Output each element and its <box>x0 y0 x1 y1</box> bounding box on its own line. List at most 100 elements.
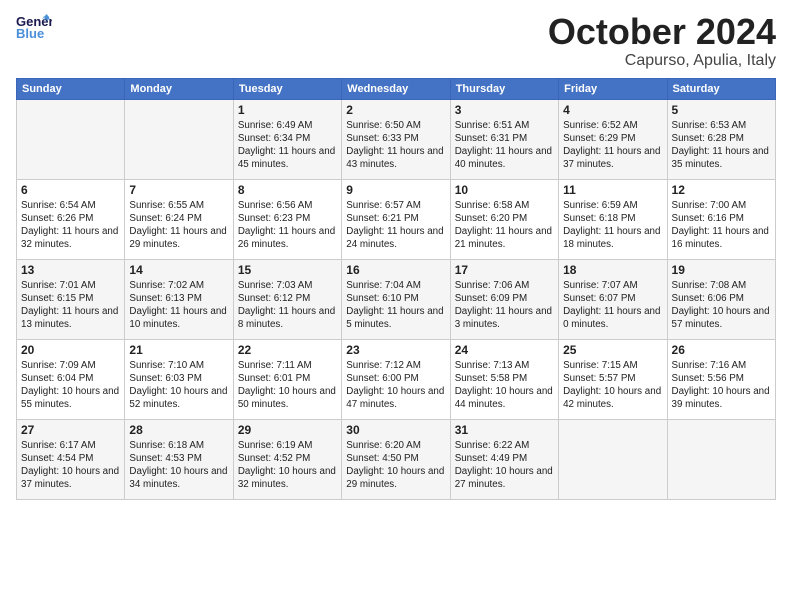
day-cell-4-4: 31Sunrise: 6:22 AM Sunset: 4:49 PM Dayli… <box>450 419 558 499</box>
header-saturday: Saturday <box>667 78 775 99</box>
day-info-31: Sunrise: 6:22 AM Sunset: 4:49 PM Dayligh… <box>455 439 554 492</box>
day-number-22: 22 <box>238 343 337 357</box>
day-number-30: 30 <box>346 423 445 437</box>
day-number-4: 4 <box>563 103 662 117</box>
day-cell-2-2: 15 Sunrise: 7:03 AM Sunset: 6:12 PM Dayli… <box>233 259 341 339</box>
day-number-23: 23 <box>346 343 445 357</box>
day-info-4: Sunrise: 6:52 AM Sunset: 6:29 PM Dayligh… <box>563 119 662 172</box>
title-block: October 2024 Capurso, Apulia, Italy <box>548 12 776 70</box>
day-number-21: 21 <box>129 343 228 357</box>
day-cell-0-2: 1 Sunrise: 6:49 AM Sunset: 6:34 PM Daylig… <box>233 99 341 179</box>
day-cell-4-5 <box>559 419 667 499</box>
day-number-9: 9 <box>346 183 445 197</box>
week-row-2: 6Sunrise: 6:54 AM Sunset: 6:26 PM Daylig… <box>17 179 776 259</box>
day-info-2: Sunrise: 6:50 AM Sunset: 6:33 PM Dayligh… <box>346 119 445 172</box>
day-info-22: Sunrise: 7:11 AM Sunset: 6:01 PM Dayligh… <box>238 359 337 412</box>
day-number-2: 2 <box>346 103 445 117</box>
day-info-9: Sunrise: 6:57 AM Sunset: 6:21 PM Dayligh… <box>346 199 445 252</box>
day-number-27: 27 <box>21 423 120 437</box>
day-info-27: Sunrise: 6:17 AM Sunset: 4:54 PM Dayligh… <box>21 439 120 492</box>
day-number-19: 19 <box>672 263 771 277</box>
day-info-1: Sunrise: 6:49 AM Sunset: 6:34 PM Dayligh… <box>238 119 337 172</box>
day-info-15: Sunrise: 7:03 AM Sunset: 6:12 PM Dayligh… <box>238 279 337 332</box>
header-thursday: Thursday <box>450 78 558 99</box>
day-info-30: Sunrise: 6:20 AM Sunset: 4:50 PM Dayligh… <box>346 439 445 492</box>
day-number-6: 6 <box>21 183 120 197</box>
day-info-14: Sunrise: 7:02 AM Sunset: 6:13 PM Dayligh… <box>129 279 228 332</box>
month-title: October 2024 <box>548 12 776 52</box>
day-cell-4-1: 28Sunrise: 6:18 AM Sunset: 4:53 PM Dayli… <box>125 419 233 499</box>
day-number-24: 24 <box>455 343 554 357</box>
day-info-12: Sunrise: 7:00 AM Sunset: 6:16 PM Dayligh… <box>672 199 771 252</box>
day-number-12: 12 <box>672 183 771 197</box>
day-number-5: 5 <box>672 103 771 117</box>
day-cell-0-6: 5 Sunrise: 6:53 AM Sunset: 6:28 PM Daylig… <box>667 99 775 179</box>
day-number-25: 25 <box>563 343 662 357</box>
day-info-17: Sunrise: 7:06 AM Sunset: 6:09 PM Dayligh… <box>455 279 554 332</box>
day-number-13: 13 <box>21 263 120 277</box>
day-number-17: 17 <box>455 263 554 277</box>
day-info-13: Sunrise: 7:01 AM Sunset: 6:15 PM Dayligh… <box>21 279 120 332</box>
day-number-10: 10 <box>455 183 554 197</box>
day-number-29: 29 <box>238 423 337 437</box>
day-cell-2-4: 17 Sunrise: 7:06 AM Sunset: 6:09 PM Dayli… <box>450 259 558 339</box>
calendar-header-row: Sunday Monday Tuesday Wednesday Thursday… <box>17 78 776 99</box>
day-info-5: Sunrise: 6:53 AM Sunset: 6:28 PM Dayligh… <box>672 119 771 172</box>
day-info-21: Sunrise: 7:10 AM Sunset: 6:03 PM Dayligh… <box>129 359 228 412</box>
week-row-4: 20 Sunrise: 7:09 AM Sunset: 6:04 PM Dayli… <box>17 339 776 419</box>
day-info-23: Sunrise: 7:12 AM Sunset: 6:00 PM Dayligh… <box>346 359 445 412</box>
day-cell-3-0: 20 Sunrise: 7:09 AM Sunset: 6:04 PM Dayli… <box>17 339 125 419</box>
subtitle: Capurso, Apulia, Italy <box>548 52 776 70</box>
day-cell-0-0 <box>17 99 125 179</box>
day-cell-1-2: 8Sunrise: 6:56 AM Sunset: 6:23 PM Daylig… <box>233 179 341 259</box>
day-number-20: 20 <box>21 343 120 357</box>
day-number-26: 26 <box>672 343 771 357</box>
day-cell-2-3: 16 Sunrise: 7:04 AM Sunset: 6:10 PM Dayli… <box>342 259 450 339</box>
day-number-1: 1 <box>238 103 337 117</box>
day-cell-4-2: 29 Sunrise: 6:19 AM Sunset: 4:52 PM Dayli… <box>233 419 341 499</box>
logo: General Blue <box>16 12 52 40</box>
day-cell-0-5: 4 Sunrise: 6:52 AM Sunset: 6:29 PM Daylig… <box>559 99 667 179</box>
day-cell-1-0: 6Sunrise: 6:54 AM Sunset: 6:26 PM Daylig… <box>17 179 125 259</box>
day-number-14: 14 <box>129 263 228 277</box>
day-info-8: Sunrise: 6:56 AM Sunset: 6:23 PM Dayligh… <box>238 199 337 252</box>
day-cell-2-6: 19 Sunrise: 7:08 AM Sunset: 6:06 PM Dayli… <box>667 259 775 339</box>
header-friday: Friday <box>559 78 667 99</box>
day-info-16: Sunrise: 7:04 AM Sunset: 6:10 PM Dayligh… <box>346 279 445 332</box>
day-cell-4-6 <box>667 419 775 499</box>
day-cell-3-6: 26 Sunrise: 7:16 AM Sunset: 5:56 PM Dayli… <box>667 339 775 419</box>
header-wednesday: Wednesday <box>342 78 450 99</box>
header: General Blue October 2024 Capurso, Apuli… <box>16 12 776 70</box>
day-info-18: Sunrise: 7:07 AM Sunset: 6:07 PM Dayligh… <box>563 279 662 332</box>
day-cell-0-1 <box>125 99 233 179</box>
calendar-table: Sunday Monday Tuesday Wednesday Thursday… <box>16 78 776 500</box>
day-info-7: Sunrise: 6:55 AM Sunset: 6:24 PM Dayligh… <box>129 199 228 252</box>
day-cell-1-3: 9 Sunrise: 6:57 AM Sunset: 6:21 PM Daylig… <box>342 179 450 259</box>
day-number-16: 16 <box>346 263 445 277</box>
day-info-24: Sunrise: 7:13 AM Sunset: 5:58 PM Dayligh… <box>455 359 554 412</box>
day-cell-4-3: 30 Sunrise: 6:20 AM Sunset: 4:50 PM Dayli… <box>342 419 450 499</box>
day-cell-3-2: 22 Sunrise: 7:11 AM Sunset: 6:01 PM Dayli… <box>233 339 341 419</box>
day-cell-4-0: 27 Sunrise: 6:17 AM Sunset: 4:54 PM Dayli… <box>17 419 125 499</box>
day-info-29: Sunrise: 6:19 AM Sunset: 4:52 PM Dayligh… <box>238 439 337 492</box>
day-number-18: 18 <box>563 263 662 277</box>
day-info-28: Sunrise: 6:18 AM Sunset: 4:53 PM Dayligh… <box>129 439 228 492</box>
day-number-7: 7 <box>129 183 228 197</box>
day-cell-1-1: 7 Sunrise: 6:55 AM Sunset: 6:24 PM Daylig… <box>125 179 233 259</box>
day-info-11: Sunrise: 6:59 AM Sunset: 6:18 PM Dayligh… <box>563 199 662 252</box>
day-cell-2-5: 18 Sunrise: 7:07 AM Sunset: 6:07 PM Dayli… <box>559 259 667 339</box>
week-row-1: 1 Sunrise: 6:49 AM Sunset: 6:34 PM Daylig… <box>17 99 776 179</box>
day-info-19: Sunrise: 7:08 AM Sunset: 6:06 PM Dayligh… <box>672 279 771 332</box>
week-row-5: 27 Sunrise: 6:17 AM Sunset: 4:54 PM Dayli… <box>17 419 776 499</box>
day-cell-1-4: 10 Sunrise: 6:58 AM Sunset: 6:20 PM Dayli… <box>450 179 558 259</box>
day-info-10: Sunrise: 6:58 AM Sunset: 6:20 PM Dayligh… <box>455 199 554 252</box>
day-number-11: 11 <box>563 183 662 197</box>
day-cell-0-3: 2 Sunrise: 6:50 AM Sunset: 6:33 PM Daylig… <box>342 99 450 179</box>
day-cell-3-4: 24 Sunrise: 7:13 AM Sunset: 5:58 PM Dayli… <box>450 339 558 419</box>
day-number-15: 15 <box>238 263 337 277</box>
day-info-20: Sunrise: 7:09 AM Sunset: 6:04 PM Dayligh… <box>21 359 120 412</box>
day-info-26: Sunrise: 7:16 AM Sunset: 5:56 PM Dayligh… <box>672 359 771 412</box>
day-info-3: Sunrise: 6:51 AM Sunset: 6:31 PM Dayligh… <box>455 119 554 172</box>
day-cell-2-0: 13 Sunrise: 7:01 AM Sunset: 6:15 PM Dayli… <box>17 259 125 339</box>
day-cell-3-1: 21 Sunrise: 7:10 AM Sunset: 6:03 PM Dayli… <box>125 339 233 419</box>
